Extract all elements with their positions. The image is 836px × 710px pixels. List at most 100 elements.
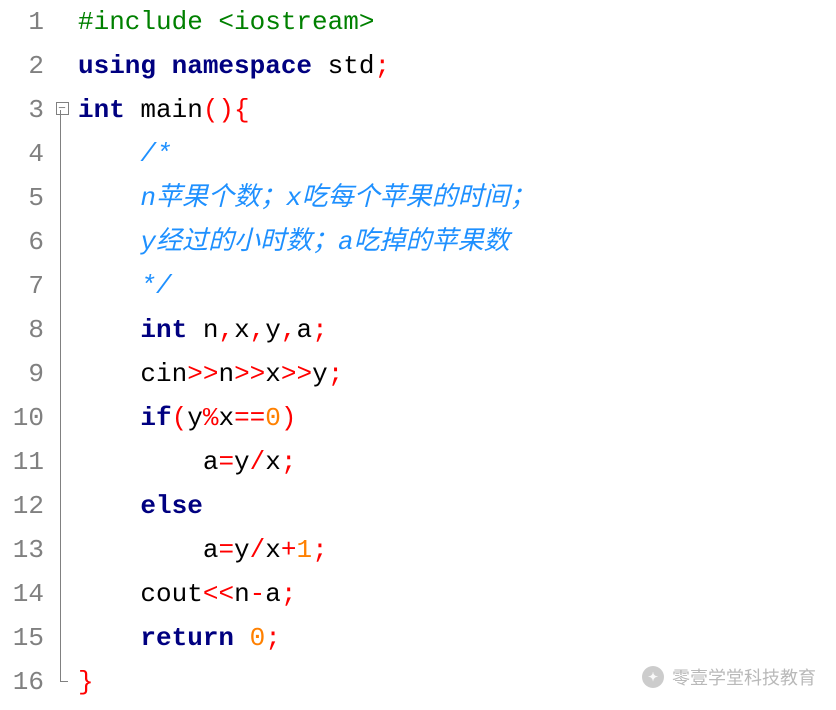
- code-line: a=y/x;: [78, 440, 836, 484]
- code-token: /: [250, 447, 266, 477]
- code-token: 0: [250, 623, 266, 653]
- line-number: 13: [0, 528, 44, 572]
- code-line: return 0;: [78, 616, 836, 660]
- code-token: ;: [312, 315, 328, 345]
- code-token: ,: [250, 315, 266, 345]
- code-token: /*: [140, 139, 171, 169]
- fold-gutter-cell: [50, 528, 74, 572]
- code-token: y: [187, 403, 203, 433]
- code-line: int main(){: [78, 88, 836, 132]
- code-token: ;: [374, 51, 390, 81]
- code-token: a: [203, 535, 219, 565]
- code-token: x: [234, 315, 250, 345]
- code-token: [234, 623, 250, 653]
- code-token: >>: [281, 359, 312, 389]
- watermark: ✦ 零壹学堂科技教育: [642, 664, 816, 690]
- code-token: (){: [203, 95, 250, 125]
- line-number: 5: [0, 176, 44, 220]
- line-number: 16: [0, 660, 44, 704]
- code-line: int n,x,y,a;: [78, 308, 836, 352]
- code-token: else: [140, 491, 202, 521]
- code-token: int: [78, 95, 125, 125]
- fold-gutter-cell: [50, 660, 74, 704]
- code-line: y经过的小时数；a吃掉的苹果数: [78, 220, 836, 264]
- line-number: 11: [0, 440, 44, 484]
- line-number-gutter: 12345678910111213141516: [0, 0, 50, 710]
- code-token: std: [312, 51, 374, 81]
- code-token: ;: [281, 447, 297, 477]
- code-line: using namespace std;: [78, 44, 836, 88]
- line-number: 12: [0, 484, 44, 528]
- code-token: ): [281, 403, 297, 433]
- fold-gutter-cell: [50, 396, 74, 440]
- code-token: [78, 315, 140, 345]
- code-token: n: [234, 579, 250, 609]
- code-token: ;: [312, 535, 328, 565]
- code-line: else: [78, 484, 836, 528]
- line-number: 3: [0, 88, 44, 132]
- code-line: a=y/x+1;: [78, 528, 836, 572]
- code-token: %: [203, 403, 219, 433]
- fold-gutter-cell: [50, 308, 74, 352]
- line-number: 2: [0, 44, 44, 88]
- code-line: #include <iostream>: [78, 0, 836, 44]
- code-token: x: [265, 359, 281, 389]
- code-token: cout: [140, 579, 202, 609]
- code-token: y: [234, 535, 250, 565]
- code-token: y经过的小时数；a吃掉的苹果数: [140, 227, 509, 257]
- code-token: a: [265, 579, 281, 609]
- code-token: =: [218, 447, 234, 477]
- code-token: <<: [203, 579, 234, 609]
- code-token: [78, 403, 140, 433]
- fold-gutter: −: [50, 0, 74, 710]
- code-token: [78, 623, 140, 653]
- code-token: ;: [328, 359, 344, 389]
- code-token: y: [234, 447, 250, 477]
- fold-gutter-cell: [50, 132, 74, 176]
- wechat-icon: ✦: [642, 666, 664, 688]
- code-token: [78, 447, 203, 477]
- code-token: (: [172, 403, 188, 433]
- code-token: [78, 535, 203, 565]
- code-token: [78, 359, 140, 389]
- line-number: 1: [0, 0, 44, 44]
- line-number: 8: [0, 308, 44, 352]
- code-token: [78, 183, 140, 213]
- code-line: if(y%x==0): [78, 396, 836, 440]
- code-line: n苹果个数；x吃每个苹果的时间；: [78, 176, 836, 220]
- code-token: a: [203, 447, 219, 477]
- fold-gutter-cell: [50, 0, 74, 44]
- code-token: ,: [281, 315, 297, 345]
- fold-gutter-cell: [50, 572, 74, 616]
- fold-gutter-cell: [50, 264, 74, 308]
- code-token: -: [250, 579, 266, 609]
- code-token: int: [140, 315, 187, 345]
- line-number: 9: [0, 352, 44, 396]
- code-line: cout<<n-a;: [78, 572, 836, 616]
- code-token: [78, 579, 140, 609]
- code-token: ;: [281, 579, 297, 609]
- code-line: cin>>n>>x>>y;: [78, 352, 836, 396]
- code-token: +: [281, 535, 297, 565]
- line-number: 14: [0, 572, 44, 616]
- fold-toggle-icon[interactable]: −: [56, 102, 69, 115]
- code-token: return: [140, 623, 234, 653]
- fold-gutter-cell: [50, 220, 74, 264]
- fold-gutter-cell: [50, 176, 74, 220]
- code-token: 0: [265, 403, 281, 433]
- code-token: >>: [234, 359, 265, 389]
- code-token: y: [312, 359, 328, 389]
- fold-gutter-cell: [50, 440, 74, 484]
- fold-gutter-cell: [50, 616, 74, 660]
- code-token: n苹果个数；x吃每个苹果的时间；: [140, 183, 535, 213]
- fold-gutter-cell: [50, 352, 74, 396]
- code-token: ==: [234, 403, 265, 433]
- line-number: 15: [0, 616, 44, 660]
- code-token: >>: [187, 359, 218, 389]
- code-token: [78, 139, 140, 169]
- code-line: /*: [78, 132, 836, 176]
- code-token: ;: [265, 623, 281, 653]
- code-token: n: [187, 315, 218, 345]
- fold-gutter-cell: [50, 44, 74, 88]
- code-editor: 12345678910111213141516 − #include <iost…: [0, 0, 836, 710]
